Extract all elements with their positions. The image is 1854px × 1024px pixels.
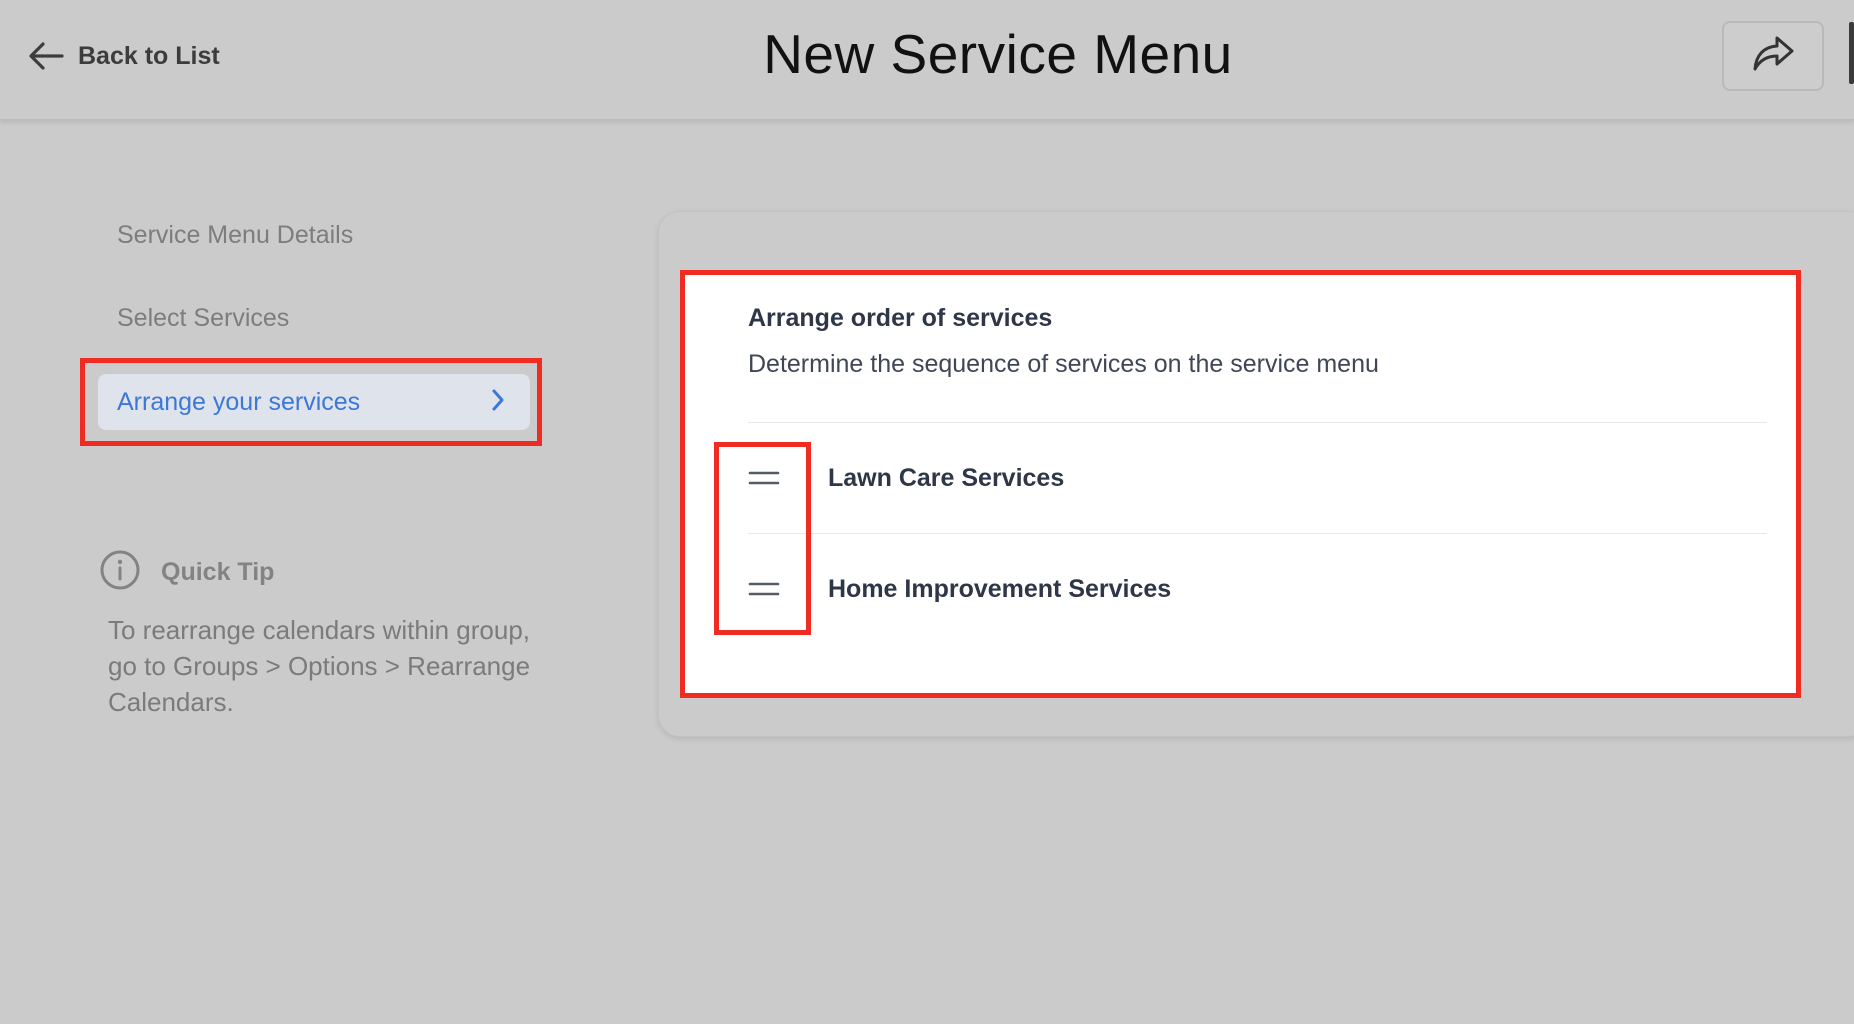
drag-handle-icon[interactable]	[748, 423, 782, 533]
quick-tip-header: Quick Tip	[99, 549, 274, 596]
toolbar-edge-divider	[1849, 22, 1854, 84]
step-arrange-services-label: Arrange your services	[117, 387, 361, 416]
service-row-home-improvement[interactable]: Home Improvement Services	[748, 534, 1767, 644]
service-name: Lawn Care Services	[828, 464, 1065, 492]
arrange-title: Arrange order of services	[748, 304, 1053, 332]
service-row-lawn-care[interactable]: Lawn Care Services	[748, 423, 1767, 533]
step-service-menu-details[interactable]: Service Menu Details	[117, 221, 353, 250]
drag-handle-icon[interactable]	[748, 534, 782, 644]
arrange-description: Determine the sequence of services on th…	[748, 350, 1379, 378]
quick-tip-text: To rearrange calendars within group, go …	[108, 615, 531, 717]
step-select-services[interactable]: Select Services	[117, 304, 289, 333]
back-to-list-link[interactable]: Back to List	[28, 36, 220, 76]
chevron-right-icon	[490, 388, 506, 417]
service-name: Home Improvement Services	[828, 575, 1172, 603]
back-to-list-label: Back to List	[78, 41, 220, 70]
share-button[interactable]	[1722, 21, 1824, 91]
share-forward-icon	[1751, 34, 1795, 79]
step-arrange-services[interactable]: Arrange your services	[98, 374, 530, 430]
page-title: New Service Menu	[763, 23, 1233, 85]
arrow-left-icon	[28, 41, 64, 71]
quick-tip-title: Quick Tip	[161, 558, 275, 586]
info-circle-icon	[99, 549, 141, 596]
top-bar: Back to List New Service Menu	[0, 0, 1854, 121]
